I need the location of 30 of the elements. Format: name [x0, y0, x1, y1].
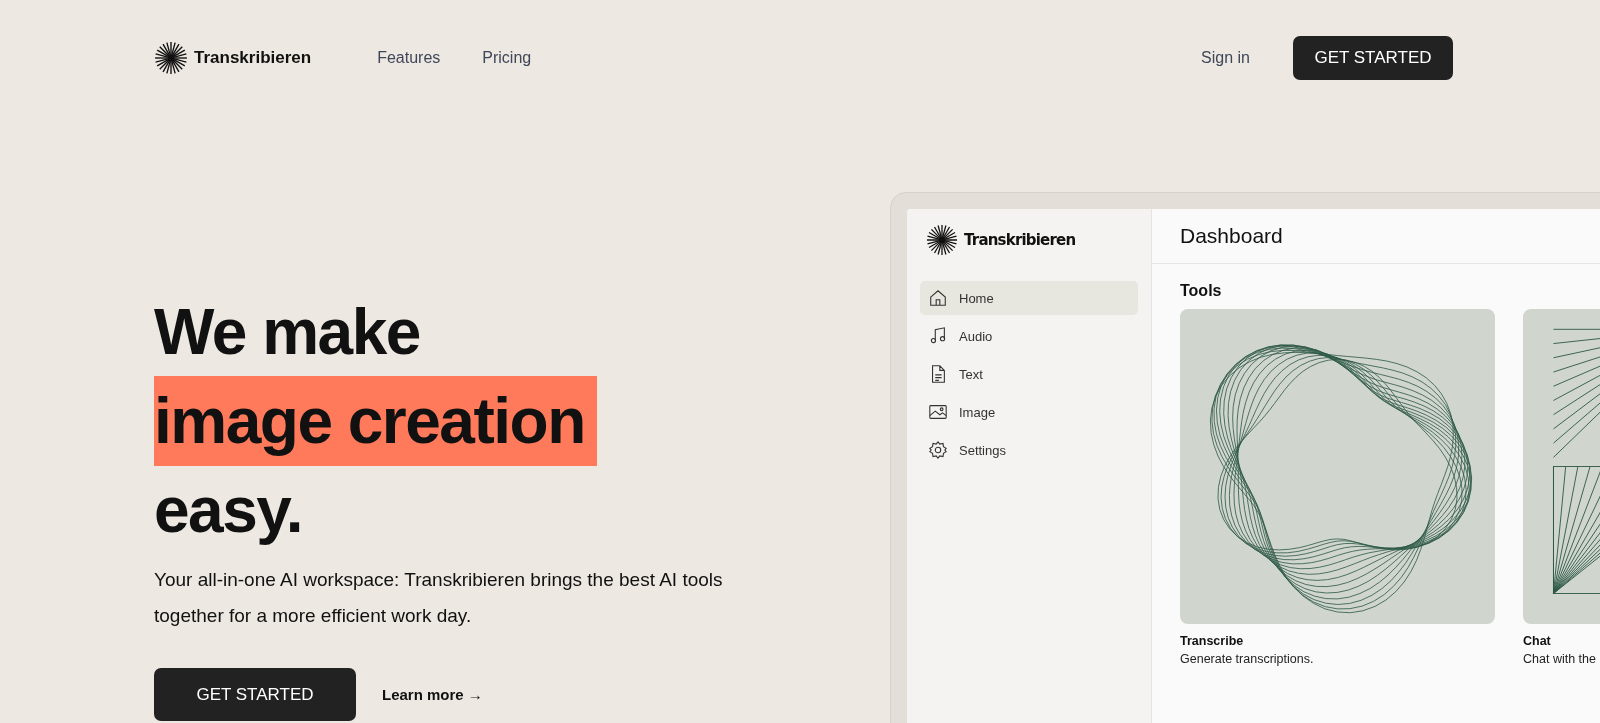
section-title: Tools [1180, 282, 1223, 300]
headline-text: We make [154, 296, 420, 368]
brand-name: Transkribieren [964, 231, 1076, 249]
learn-more-link[interactable]: Learn more → [382, 686, 483, 703]
sidebar-item[interactable]: Home [920, 281, 1138, 315]
home-icon [928, 288, 948, 308]
music-note-icon [928, 326, 948, 346]
tool-card-image[interactable] [1180, 309, 1495, 624]
image-icon [928, 402, 948, 422]
tool-name: Chat [1523, 634, 1551, 648]
hero-description: Your all-in-one AI workspace: Transkribieren brings the best AI tools together for a more efficient work day. [154, 568, 724, 628]
headline-text: easy. [154, 474, 302, 546]
brand-name: Transkribieren [194, 48, 312, 68]
page-title: Dashboard [1180, 224, 1283, 248]
get-started-button[interactable]: GET STARTED [154, 668, 356, 721]
nav-link[interactable]: Pricing [482, 49, 532, 67]
tool-description: Generate transcriptions. [1180, 652, 1315, 666]
highlighted-headline-text: image creation [154, 376, 597, 466]
starburst-logo-icon [154, 41, 188, 75]
sidebar-item[interactable]: Text [920, 357, 1138, 391]
sign-in-link[interactable]: Sign in [1201, 49, 1250, 67]
settings-icon [928, 440, 948, 460]
starburst-logo-icon [926, 224, 958, 256]
sidebar-item[interactable]: Settings [920, 433, 1138, 467]
get-started-button[interactable]: GET STARTED [1293, 36, 1453, 80]
tool-description: Chat with the [1523, 652, 1597, 666]
nav-link[interactable]: Features [377, 49, 441, 67]
tool-name: Transcribe [1180, 634, 1244, 648]
sidebar-item[interactable]: Image [920, 395, 1138, 429]
sidebar-item[interactable]: Audio [920, 319, 1138, 353]
